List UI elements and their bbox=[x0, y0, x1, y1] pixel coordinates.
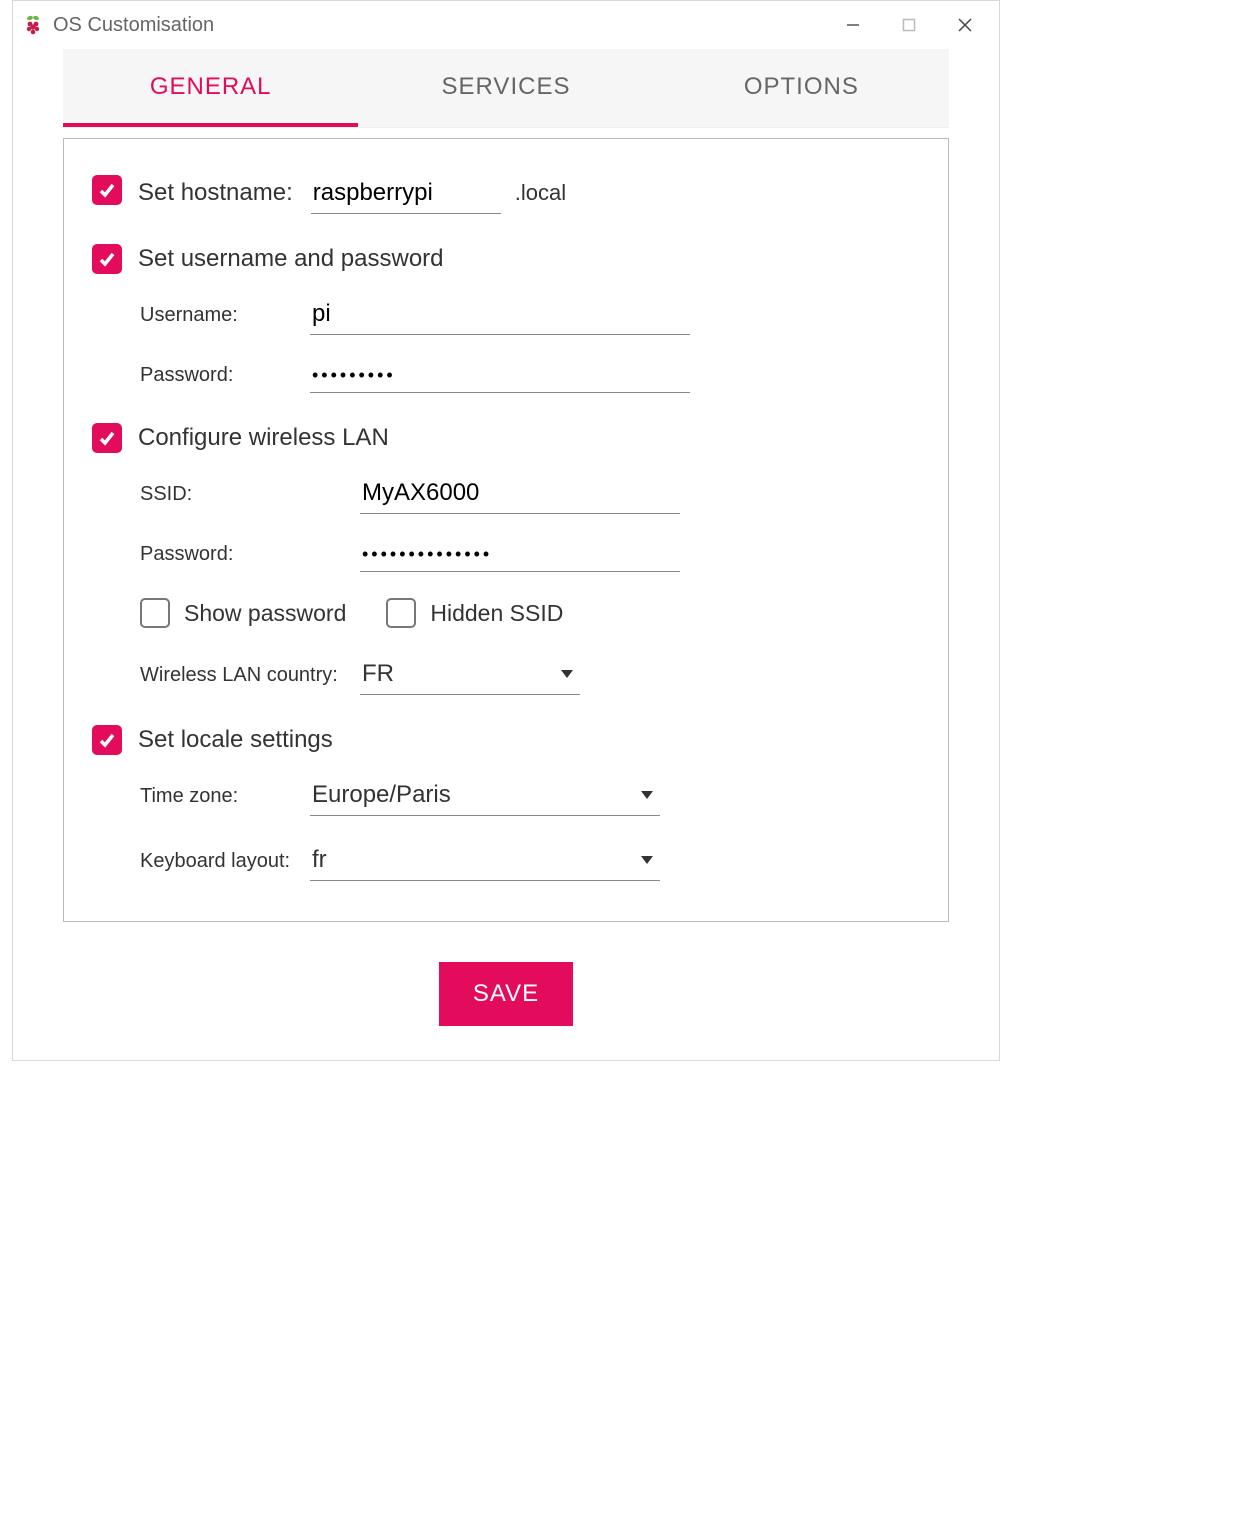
window-title: OS Customisation bbox=[53, 14, 825, 37]
checkbox-set-hostname[interactable] bbox=[92, 175, 122, 205]
hostname-input[interactable] bbox=[311, 175, 501, 214]
hostname-suffix: .local bbox=[515, 180, 566, 206]
save-button[interactable]: SAVE bbox=[439, 962, 573, 1026]
wlan-country-value: FR bbox=[360, 656, 554, 694]
keyboard-layout-select[interactable]: fr bbox=[310, 842, 660, 881]
label-set-userpass: Set username and password bbox=[138, 245, 444, 273]
timezone-select[interactable]: Europe/Paris bbox=[310, 777, 660, 816]
timezone-value: Europe/Paris bbox=[310, 777, 634, 815]
ssid-input[interactable] bbox=[360, 475, 680, 514]
chevron-down-icon bbox=[554, 666, 580, 684]
label-set-locale: Set locale settings bbox=[138, 726, 333, 754]
username-input[interactable] bbox=[310, 296, 690, 335]
os-customisation-window: OS Customisation GENERAL SERVICES OPTION… bbox=[12, 0, 1000, 1061]
checkbox-set-locale[interactable] bbox=[92, 725, 122, 755]
label-show-password: Show password bbox=[184, 600, 346, 627]
label-set-hostname: Set hostname: bbox=[138, 179, 293, 207]
titlebar: OS Customisation bbox=[13, 1, 999, 49]
label-hidden-ssid: Hidden SSID bbox=[430, 600, 563, 627]
tab-options[interactable]: OPTIONS bbox=[654, 49, 949, 127]
checkbox-configure-wlan[interactable] bbox=[92, 423, 122, 453]
wlan-country-select[interactable]: FR bbox=[360, 656, 580, 695]
section-hostname: Set hostname: .local bbox=[92, 175, 920, 214]
label-timezone: Time zone: bbox=[140, 785, 310, 808]
label-wlan-country: Wireless LAN country: bbox=[140, 664, 360, 687]
label-wlan-password: Password: bbox=[140, 543, 360, 566]
tab-general[interactable]: GENERAL bbox=[63, 49, 358, 127]
app-icon bbox=[23, 15, 43, 35]
section-userpass: Set username and password Username: Pass… bbox=[92, 244, 920, 393]
section-locale: Set locale settings Time zone: Europe/Pa… bbox=[92, 725, 920, 881]
row-hidden-ssid: Hidden SSID bbox=[386, 598, 563, 628]
password-input[interactable] bbox=[310, 361, 690, 393]
tab-bar: GENERAL SERVICES OPTIONS bbox=[63, 49, 949, 128]
label-password: Password: bbox=[140, 364, 310, 387]
label-ssid: SSID: bbox=[140, 483, 360, 506]
checkbox-set-userpass[interactable] bbox=[92, 244, 122, 274]
maximize-button[interactable] bbox=[881, 5, 937, 45]
footer: SAVE bbox=[13, 952, 999, 1060]
checkbox-hidden-ssid[interactable] bbox=[386, 598, 416, 628]
section-wlan: Configure wireless LAN SSID: Password: S… bbox=[92, 423, 920, 695]
label-configure-wlan: Configure wireless LAN bbox=[138, 424, 389, 452]
checkbox-show-password[interactable] bbox=[140, 598, 170, 628]
close-button[interactable] bbox=[937, 5, 993, 45]
row-show-password: Show password bbox=[140, 598, 346, 628]
minimize-button[interactable] bbox=[825, 5, 881, 45]
label-username: Username: bbox=[140, 304, 310, 327]
chevron-down-icon bbox=[634, 787, 660, 805]
general-panel: Set hostname: .local Set username and pa… bbox=[63, 138, 949, 922]
keyboard-layout-value: fr bbox=[310, 842, 634, 880]
tab-services[interactable]: SERVICES bbox=[358, 49, 653, 127]
wlan-password-input[interactable] bbox=[360, 540, 680, 572]
chevron-down-icon bbox=[634, 852, 660, 870]
label-keyboard-layout: Keyboard layout: bbox=[140, 850, 310, 873]
